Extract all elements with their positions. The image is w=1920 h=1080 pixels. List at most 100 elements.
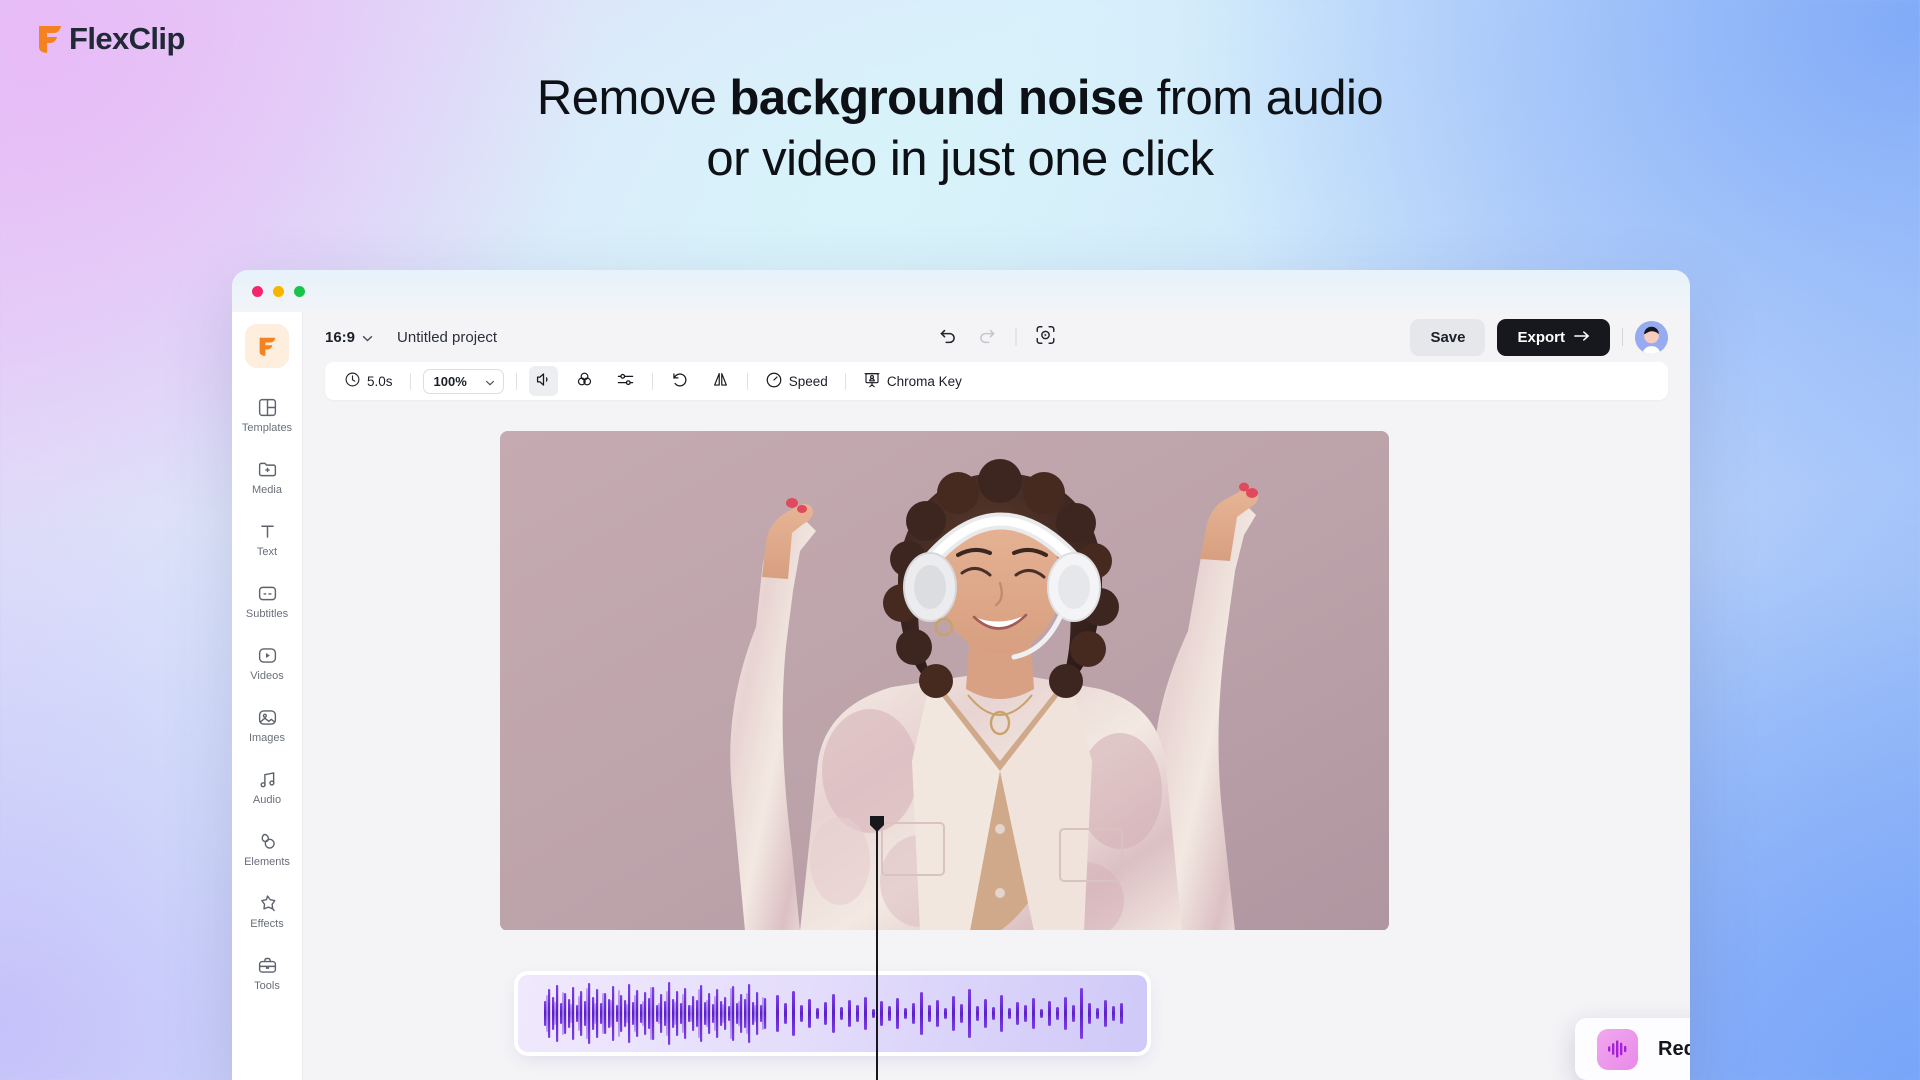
sidebar-label: Audio <box>252 794 282 806</box>
video-play-icon <box>255 643 279 667</box>
elements-shapes-icon <box>255 829 279 853</box>
header-divider <box>1622 328 1623 346</box>
brand-name: FlexClip <box>69 21 185 56</box>
properties-toolbar: 5.0s 100% Speed Chroma Key <box>325 362 1668 400</box>
timeline <box>303 816 1690 1080</box>
window-close-dot[interactable] <box>252 285 263 297</box>
headline-line-2: or video in just one click <box>706 132 1214 187</box>
sidebar-item-audio[interactable]: Audio <box>236 760 298 812</box>
color-filter-icon <box>575 370 594 392</box>
toolbar-divider <box>1015 328 1016 346</box>
flexclip-f-mark-icon <box>259 337 275 356</box>
sidebar-label: Elements <box>244 856 290 868</box>
sidebar-item-text[interactable]: Text <box>236 512 298 564</box>
toolbar-divider <box>651 372 653 390</box>
sidebar-item-subtitles[interactable]: Subtitles <box>236 574 298 626</box>
tools-briefcase-icon <box>255 953 279 977</box>
sidebar-item-videos[interactable]: Videos <box>236 636 298 688</box>
user-avatar[interactable] <box>1635 320 1668 354</box>
text-t-icon <box>255 519 279 543</box>
editor-main: 16:9 Untitled project Save Export 5.0s 1… <box>303 312 1690 1080</box>
subtitles-icon <box>255 581 279 605</box>
video-preview[interactable] <box>500 431 1389 931</box>
music-note-icon <box>255 767 279 791</box>
headline-line-1: Remove background noise from audio <box>536 71 1384 125</box>
sidebar-label: Tools <box>254 980 280 992</box>
sidebar-item-elements[interactable]: Elements <box>236 822 298 874</box>
sidebar-item-effects[interactable]: Effects <box>236 884 298 936</box>
image-icon <box>255 705 279 729</box>
header-actions: Save Export <box>1410 318 1668 356</box>
brand-logo[interactable]: FlexClip <box>35 22 185 56</box>
templates-icon <box>255 395 279 419</box>
speed-label: Speed <box>788 373 828 389</box>
audio-waveform-icon <box>1597 1028 1638 1070</box>
filter-button[interactable] <box>570 366 599 396</box>
sidebar-label: Subtitles <box>245 608 289 620</box>
duration-value: 5.0s <box>367 373 393 389</box>
speed-button[interactable]: Speed <box>760 367 833 396</box>
timeline-playhead[interactable] <box>870 815 884 1080</box>
sidebar-item-tools[interactable]: Tools <box>236 946 298 998</box>
undo-arrow-icon[interactable] <box>937 324 958 350</box>
preview-scan-icon[interactable] <box>1034 324 1056 351</box>
media-folder-plus-icon <box>255 457 279 481</box>
clock-icon <box>344 371 361 391</box>
editor-header: 16:9 Untitled project Save Export <box>303 312 1690 362</box>
export-label: Export <box>1517 328 1565 346</box>
playhead-line <box>876 829 878 1080</box>
toolbar-divider <box>746 372 748 390</box>
reduce-noise-popup[interactable]: Reduce Noise <box>1575 1018 1690 1080</box>
chroma-key-button[interactable]: Chroma Key <box>858 367 967 396</box>
toolbar-divider <box>515 372 517 390</box>
window-maximize-dot[interactable] <box>294 285 305 297</box>
flip-button[interactable] <box>706 366 735 396</box>
sidebar-logo-button[interactable] <box>245 324 289 368</box>
adjust-sliders-icon <box>616 370 635 392</box>
sidebar-label: Text <box>256 546 278 558</box>
flexclip-f-mark-icon <box>35 22 65 56</box>
save-button[interactable]: Save <box>1410 318 1486 356</box>
rotate-left-icon <box>670 370 689 392</box>
adjust-button[interactable] <box>611 366 640 396</box>
editor-window: Templates Media Text Subtitles Videos Im… <box>232 270 1690 1080</box>
export-button[interactable]: Export <box>1497 318 1610 356</box>
sidebar-item-templates[interactable]: Templates <box>236 388 298 440</box>
window-titlebar <box>232 270 1690 312</box>
zoom-value: 100% <box>433 373 467 389</box>
chevron-down-icon <box>362 329 373 346</box>
effects-star-icon <box>255 891 279 915</box>
speaker-volume-icon <box>534 370 553 392</box>
project-name-input[interactable]: Untitled project <box>397 329 497 346</box>
toolbar-divider <box>409 372 411 390</box>
aspect-ratio-value: 16:9 <box>325 328 356 346</box>
chroma-label: Chroma Key <box>886 373 962 389</box>
audio-waveform-clip <box>544 982 1123 1045</box>
toolbar-divider <box>844 372 846 390</box>
history-controls <box>937 324 1056 351</box>
audio-clip[interactable] <box>518 975 1147 1052</box>
sidebar-item-images[interactable]: Images <box>236 698 298 750</box>
aspect-ratio-dropdown[interactable]: 16:9 <box>325 329 373 346</box>
reduce-noise-label: Reduce Noise <box>1658 1037 1690 1060</box>
properties-toolbar-wrap: 5.0s 100% Speed Chroma Key <box>303 362 1690 400</box>
sidebar-label: Videos <box>250 670 284 682</box>
rotate-button[interactable] <box>665 366 694 396</box>
chevron-down-icon <box>485 374 495 389</box>
speedometer-icon <box>765 371 783 392</box>
sidebar-item-media[interactable]: Media <box>236 450 298 502</box>
zoom-dropdown[interactable]: 100% <box>422 368 504 394</box>
flip-horizontal-icon <box>711 370 730 392</box>
arrow-right-icon <box>1574 329 1590 346</box>
chroma-key-screen-icon <box>863 371 881 392</box>
left-sidebar: Templates Media Text Subtitles Videos Im… <box>232 312 303 1080</box>
canvas-area: Reduce Noise <box>303 400 1690 1080</box>
page-title: Remove background noise from audio or vi… <box>0 68 1920 191</box>
editor-body: Templates Media Text Subtitles Videos Im… <box>232 312 1690 1080</box>
duration-control[interactable]: 5.0s <box>339 367 398 395</box>
sidebar-label: Templates <box>241 422 293 434</box>
sidebar-label: Media <box>252 484 282 496</box>
volume-button[interactable] <box>528 366 558 396</box>
window-minimize-dot[interactable] <box>273 285 284 297</box>
redo-arrow-icon[interactable] <box>976 324 997 350</box>
